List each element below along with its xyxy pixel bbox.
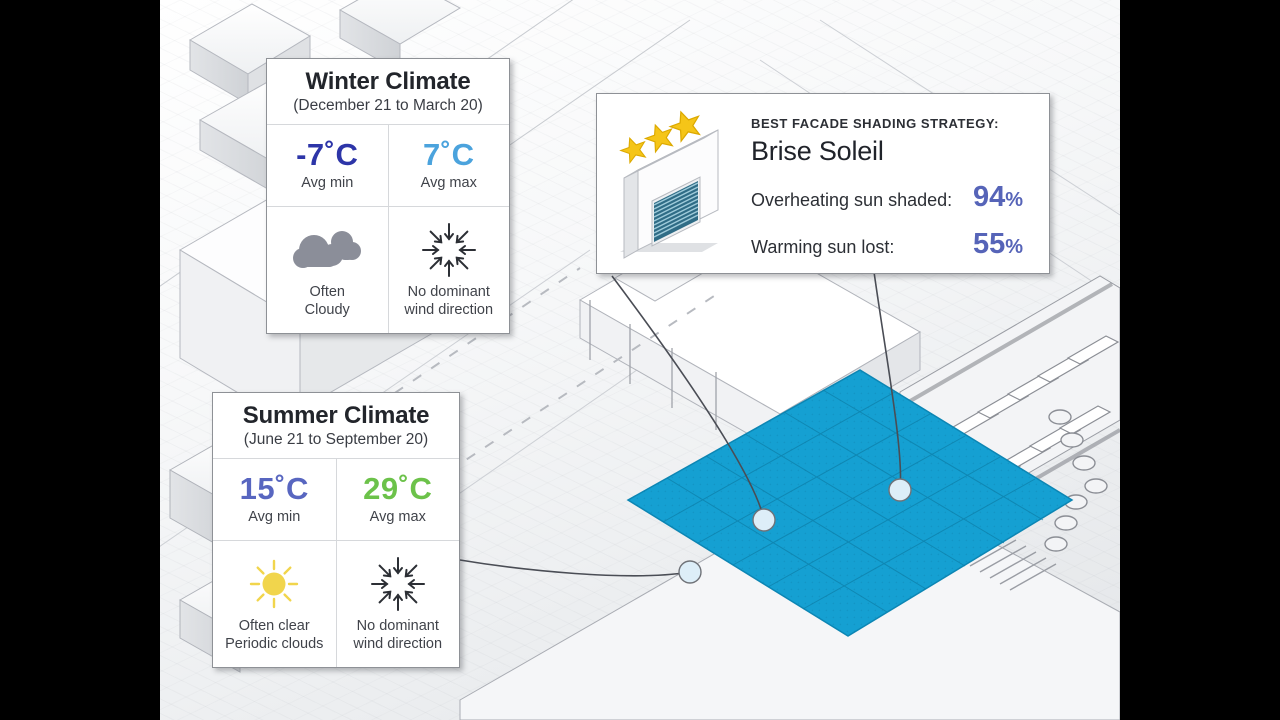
winter-wind-label: No dominant wind direction [404,283,494,319]
screenshot-stage: Winter Climate (December 21 to March 20)… [0,0,1280,720]
metric-warming-sun-lost: Warming sun lost: 55% [751,228,1023,261]
letterbox-bar-left [0,0,160,720]
metric-value: 94% [972,181,1023,213]
metric-value: 55% [972,228,1023,260]
metric-overheating-sun-shaded: Overheating sun shaded: 94% [751,181,1023,214]
winter-avg-max-label: Avg max [420,175,477,192]
summer-card-title: Summer Climate [242,402,430,429]
summer-card-header: Summer Climate (June 21 to September 20) [213,393,459,460]
summer-card-subtitle: (June 21 to September 20) [243,430,429,448]
summer-conditions-row: Often clear Periodic clouds No dominant … [213,540,460,667]
shading-strategy-kicker: BEST FACADE SHADING STRATEGY: [751,116,1000,131]
summer-avg-max-value: 29˚C [363,471,433,507]
winter-avg-max-value: 7˚C [423,137,475,173]
summer-sky-cell: Often clear Periodic clouds [213,541,336,667]
sunny-icon [213,555,336,613]
winter-avg-max-cell: 7˚C Avg max [387,125,510,206]
summer-climate-card: Summer Climate (June 21 to September 20)… [212,392,460,668]
brise-soleil-panel-icon [597,94,747,273]
winter-card-subtitle: (December 21 to March 20) [293,96,483,114]
shading-strategy-card: BEST FACADE SHADING STRATEGY: Brise Sole… [596,93,1050,274]
shading-strategy-title: Brise Soleil [751,136,884,166]
summer-temperature-row: 15˚C Avg min 29˚C Avg max [213,459,460,541]
summer-avg-min-cell: 15˚C Avg min [213,459,336,539]
winter-wind-cell: No dominant wind direction [387,206,510,333]
no-dominant-wind-icon [337,555,460,613]
winter-climate-card: Winter Climate (December 21 to March 20)… [266,58,510,334]
metric-label: Warming sun lost: [751,237,895,257]
winter-avg-min-value: -7˚C [296,137,359,173]
plot-marker [888,478,912,502]
winter-card-title: Winter Climate [305,68,471,95]
winter-avg-min-cell: -7˚C Avg min [267,125,388,205]
summer-sky-label: Often clear Periodic clouds [225,617,324,653]
letterbox-bar-right [1120,0,1280,720]
winter-card-header: Winter Climate (December 21 to March 20) [267,59,509,126]
winter-temperature-row: -7˚C Avg min 7˚C Avg max [267,125,510,207]
winter-avg-min-label: Avg min [301,175,354,192]
metric-label: Overheating sun shaded: [751,190,953,210]
summer-wind-label: No dominant wind direction [353,617,443,653]
summer-avg-max-label: Avg max [369,509,426,526]
cloudy-icon [267,221,388,279]
no-dominant-wind-icon [389,221,510,279]
winter-conditions-row: Often Cloudy No dominant wind direction [267,206,510,333]
plot-marker [752,508,776,532]
plot-marker [678,560,702,584]
summer-avg-min-label: Avg min [248,509,301,526]
winter-sky-label: Often Cloudy [304,283,350,319]
winter-sky-cell: Often Cloudy [267,207,388,333]
summer-avg-max-cell: 29˚C Avg max [335,459,460,540]
shading-strategy-body: BEST FACADE SHADING STRATEGY: Brise Sole… [747,94,1049,273]
summer-avg-min-value: 15˚C [239,471,309,507]
summer-wind-cell: No dominant wind direction [335,540,460,667]
